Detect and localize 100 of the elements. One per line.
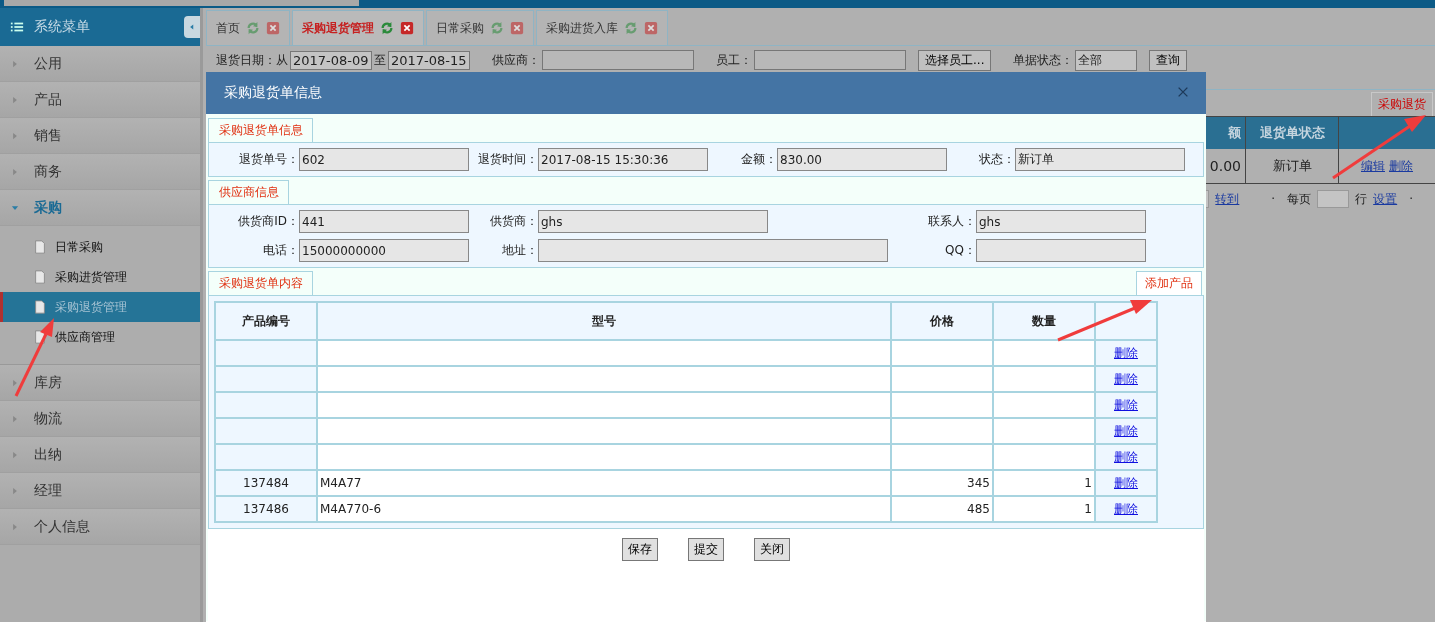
tab[interactable]: 采购进货入库	[536, 10, 668, 45]
input-field[interactable]: 602	[299, 148, 469, 171]
field-label: 地址：	[501, 242, 538, 259]
close-icon	[644, 21, 658, 35]
menu-item[interactable]: 库房	[0, 365, 200, 401]
field-label: 供应商：	[492, 51, 540, 69]
menu-item[interactable]: 公用	[0, 46, 200, 82]
input-field[interactable]	[891, 340, 993, 366]
input-field[interactable]: 2017-08-15 15:30:36	[538, 148, 708, 171]
field-label: 员工：	[716, 51, 752, 69]
field-label: 退货日期：从	[216, 51, 288, 69]
input-field[interactable]	[891, 444, 993, 470]
refresh-icon	[624, 21, 638, 35]
input-field[interactable]: M4A770-6	[317, 496, 891, 522]
field-label: QQ：	[944, 242, 976, 259]
field-label: 联系人：	[927, 213, 976, 230]
input-field[interactable]	[993, 392, 1095, 418]
dialog-title: 采购退货单信息	[224, 84, 322, 102]
separator-dot: ·	[1409, 192, 1413, 206]
action-link[interactable]: 编辑	[1361, 157, 1385, 175]
goto-link[interactable]: 转到	[1215, 190, 1240, 208]
input-field[interactable]	[891, 392, 993, 418]
input-field[interactable]	[993, 418, 1095, 444]
document-icon	[33, 239, 47, 255]
menu-item[interactable]: 产品	[0, 82, 200, 118]
dialog-button[interactable]: 提交	[688, 538, 724, 561]
input-field[interactable]: 15000000000	[299, 239, 469, 262]
sidebar-title: 系统菜单	[34, 18, 91, 36]
field-label: 供货商：	[489, 213, 538, 230]
document-icon	[33, 269, 47, 285]
choose-employee-button[interactable]: 选择员工...	[918, 49, 992, 71]
query-button[interactable]: 查询	[1149, 49, 1188, 71]
field-label: 电话：	[262, 242, 299, 259]
refresh-icon	[490, 21, 504, 35]
input-field[interactable]: ghs	[538, 210, 768, 233]
add-product-button[interactable]: 添加产品	[1136, 271, 1202, 295]
field-label: 供货商ID：	[237, 213, 299, 230]
list-icon	[10, 20, 24, 34]
input-field[interactable]	[993, 444, 1095, 470]
status-dropdown[interactable]: 全部	[1075, 49, 1138, 71]
column-header: 产品编号	[215, 302, 317, 340]
menu-item[interactable]: 物流	[0, 401, 200, 437]
document-icon	[33, 299, 47, 315]
column-header: 数量	[993, 302, 1095, 340]
menu-item[interactable]: 出纳	[0, 437, 200, 473]
menu-item[interactable]: 个人信息	[0, 509, 200, 545]
input-field[interactable]	[317, 418, 891, 444]
refresh-icon	[380, 21, 394, 35]
separator-dot: ·	[1271, 192, 1276, 206]
field-label: 退货单号：	[238, 151, 299, 168]
menu-item[interactable]: 销售	[0, 118, 200, 154]
field-label: 单据状态：	[1013, 51, 1074, 69]
refresh-icon	[246, 21, 260, 35]
close-icon	[266, 21, 280, 35]
input-field[interactable]: 485	[891, 496, 993, 522]
menu-item[interactable]: 商务	[0, 154, 200, 190]
input-field[interactable]	[542, 50, 694, 70]
collapse-button[interactable]	[184, 16, 200, 38]
column-header: 价格	[891, 302, 993, 340]
settings-link[interactable]: 设置	[1373, 190, 1398, 208]
date-field[interactable]: 2017-08-09	[290, 50, 372, 70]
input-field[interactable]: M4A77	[317, 470, 891, 496]
input-field[interactable]	[976, 239, 1146, 262]
pager-label: 行	[1355, 190, 1368, 208]
submenu-item[interactable]: 日常采购	[0, 232, 200, 262]
table-cell: 137486	[215, 496, 317, 522]
input-field[interactable]: 1	[993, 496, 1095, 522]
input-field[interactable]	[317, 366, 891, 392]
table-cell: 137484	[215, 470, 317, 496]
tab[interactable]: 日常采购	[426, 10, 534, 45]
close-icon	[510, 21, 524, 35]
input-field[interactable]	[993, 340, 1095, 366]
pager-label: 每页	[1287, 190, 1312, 208]
column-header: 退货单状态	[1245, 117, 1338, 149]
submenu-item[interactable]: 采购进货管理	[0, 262, 200, 292]
field-label: 状态：	[978, 151, 1015, 168]
input-field[interactable]	[891, 418, 993, 444]
input-field[interactable]: 830.00	[777, 148, 947, 171]
input-field[interactable]	[317, 340, 891, 366]
input-field[interactable]: 1	[993, 470, 1095, 496]
input-field[interactable]: 新订单	[1015, 148, 1185, 171]
input-field[interactable]	[538, 239, 888, 262]
dialog-button[interactable]: 保存	[622, 538, 658, 561]
field-label: 金额：	[740, 151, 777, 168]
input-field[interactable]	[754, 50, 906, 70]
input-field[interactable]: ghs	[976, 210, 1146, 233]
page-size-input[interactable]	[1317, 190, 1350, 208]
input-field[interactable]	[993, 366, 1095, 392]
input-field[interactable]	[891, 366, 993, 392]
column-header: 额	[1205, 117, 1245, 149]
dialog-button[interactable]: 关闭	[754, 538, 790, 561]
action-link[interactable]: 删除	[1389, 157, 1413, 175]
input-field[interactable]	[317, 444, 891, 470]
input-field[interactable]: 441	[299, 210, 469, 233]
input-field[interactable]: 345	[891, 470, 993, 496]
tab[interactable]: 首页	[206, 10, 290, 45]
menu-item[interactable]: 经理	[0, 473, 200, 509]
input-field[interactable]	[317, 392, 891, 418]
date-field[interactable]: 2017-08-15	[388, 50, 470, 70]
close-icon	[1176, 85, 1190, 99]
